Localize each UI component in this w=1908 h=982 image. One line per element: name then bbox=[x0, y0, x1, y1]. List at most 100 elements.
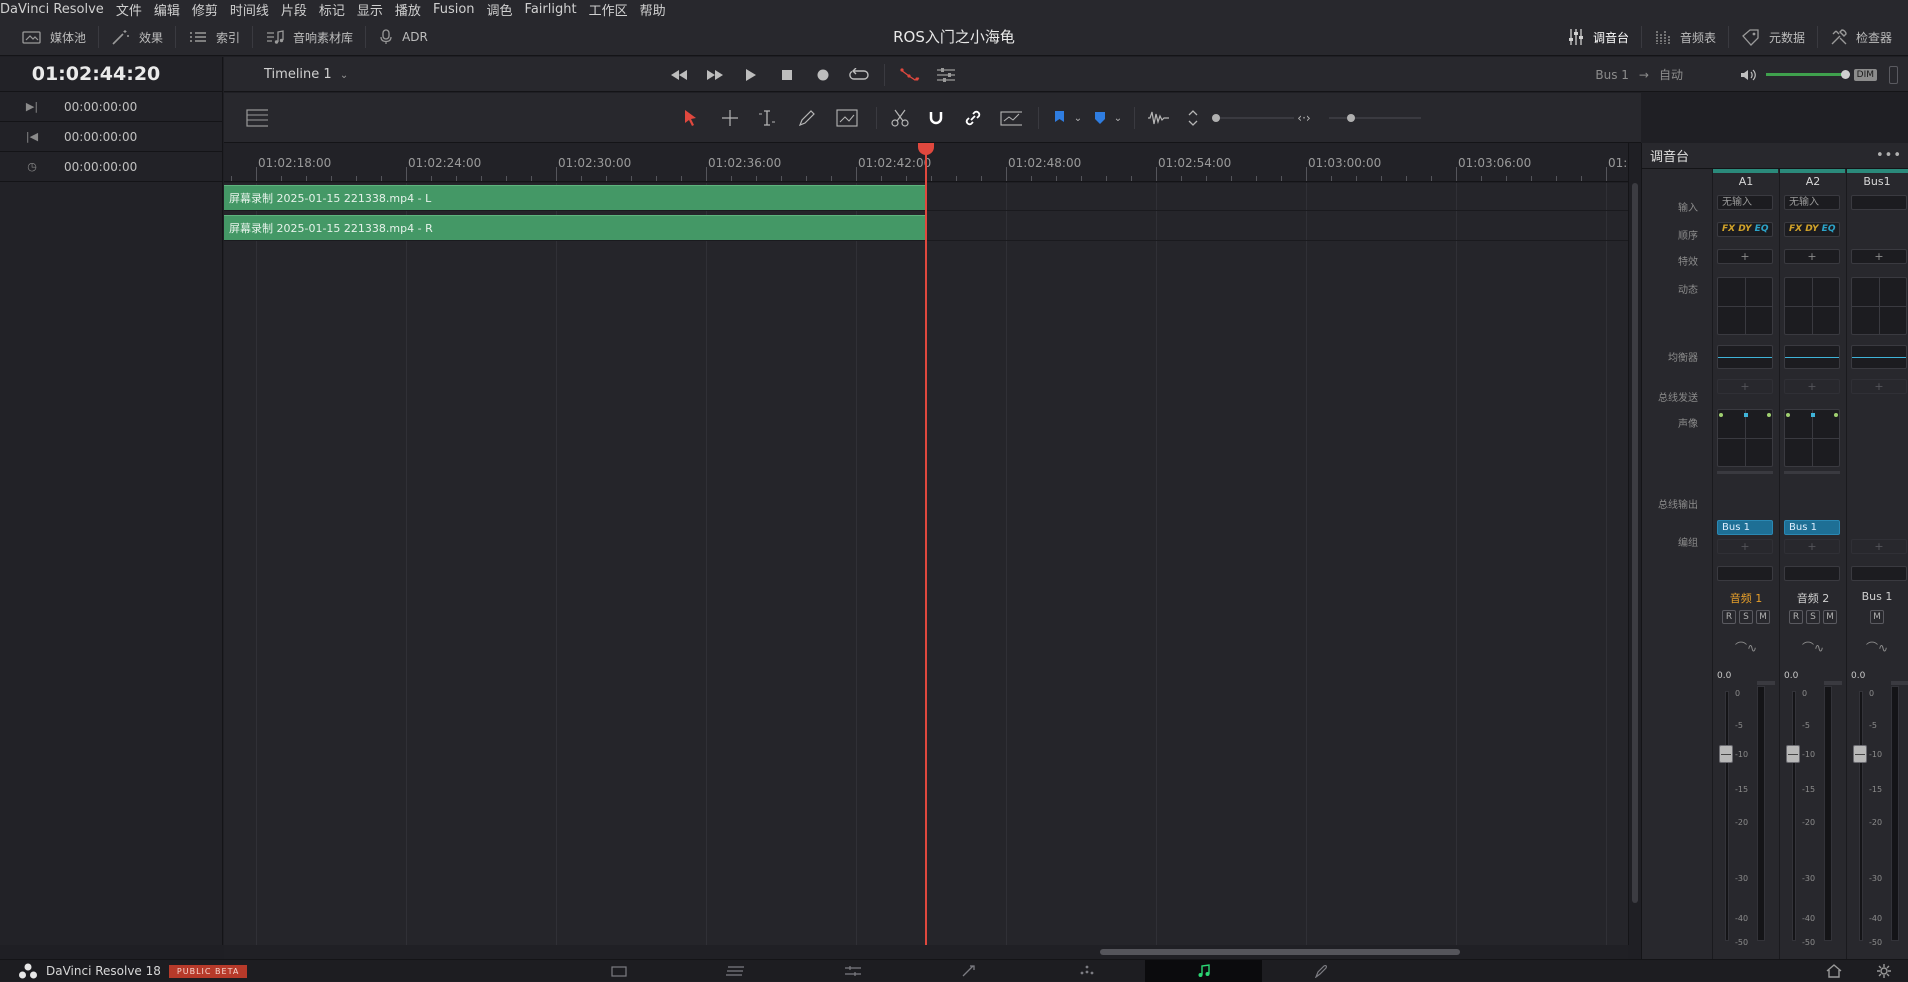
vertical-scrollbar-thumb[interactable] bbox=[1632, 183, 1638, 903]
page-fairlight[interactable] bbox=[1145, 960, 1262, 982]
media-pool-button[interactable]: 媒体池 bbox=[10, 18, 98, 56]
page-deliver[interactable] bbox=[1262, 960, 1379, 982]
fast-forward-button[interactable] bbox=[704, 66, 726, 84]
solo-button[interactable]: S bbox=[1806, 610, 1820, 624]
menu-app[interactable]: DaVinci Resolve bbox=[0, 2, 110, 17]
mono-toggle[interactable] bbox=[1889, 65, 1898, 84]
edit-selection-tool[interactable] bbox=[756, 107, 778, 129]
out-point-value[interactable]: 00:00:00:00 bbox=[64, 130, 137, 144]
eq-graph[interactable] bbox=[1851, 345, 1907, 369]
menu-help[interactable]: 帮助 bbox=[640, 0, 672, 19]
menu-file[interactable]: 文件 bbox=[116, 0, 148, 19]
stop-button[interactable] bbox=[776, 66, 798, 84]
dynamics-graph[interactable] bbox=[1851, 277, 1907, 335]
record-arm-button[interactable]: R bbox=[1789, 610, 1803, 624]
group-select[interactable] bbox=[1784, 566, 1840, 581]
selection-tool[interactable] bbox=[680, 107, 702, 129]
fader-handle[interactable] bbox=[1719, 745, 1733, 763]
pan-control[interactable] bbox=[1717, 409, 1773, 467]
transient-tool[interactable] bbox=[836, 107, 858, 129]
add-effect-button[interactable]: + bbox=[1784, 249, 1840, 264]
group-select[interactable] bbox=[1851, 566, 1907, 581]
effects-order[interactable]: FX DY EQ bbox=[1784, 222, 1840, 237]
playhead[interactable] bbox=[925, 143, 927, 945]
add-bus-send-button[interactable]: + bbox=[1784, 379, 1840, 394]
menu-clip[interactable]: 片段 bbox=[281, 0, 313, 19]
vertical-zoom-slider[interactable] bbox=[1212, 114, 1294, 122]
horizontal-zoom-slider[interactable] bbox=[1329, 114, 1421, 122]
sound-library-button[interactable]: 音响素材库 bbox=[253, 18, 365, 56]
page-color[interactable] bbox=[1028, 960, 1145, 982]
snapping-toggle[interactable] bbox=[925, 107, 947, 129]
marker-dropdown[interactable]: ⌄ bbox=[1107, 107, 1129, 129]
channel-name[interactable]: 音频 2 bbox=[1780, 590, 1846, 606]
menu-fusion[interactable]: Fusion bbox=[433, 2, 481, 17]
adr-button[interactable]: ADR bbox=[366, 18, 440, 56]
effects-order[interactable]: FX DY EQ bbox=[1717, 222, 1773, 237]
automation-mode-icon[interactable]: ⌒∿ bbox=[1780, 639, 1846, 656]
flag-dropdown[interactable]: ⌄ bbox=[1067, 107, 1089, 129]
add-bus-output-button[interactable]: + bbox=[1717, 539, 1773, 554]
bus-output-select[interactable]: Bus 1 bbox=[1784, 520, 1840, 535]
record-button[interactable] bbox=[812, 66, 834, 84]
razor-tool[interactable] bbox=[889, 107, 911, 129]
add-bus-send-button[interactable]: + bbox=[1717, 379, 1773, 394]
in-point-value[interactable]: 00:00:00:00 bbox=[64, 100, 137, 114]
audio-clip-left[interactable]: 屏幕录制 2025-01-15 221338.mp4 - L bbox=[224, 185, 925, 210]
menu-view[interactable]: 显示 bbox=[357, 0, 389, 19]
rewind-button[interactable] bbox=[668, 66, 690, 84]
automation-mode-icon[interactable]: ⌒∿ bbox=[1713, 639, 1779, 656]
track-height-button[interactable] bbox=[246, 107, 268, 129]
volume-slider[interactable] bbox=[1765, 70, 1850, 79]
vertical-zoom-slider-handle[interactable] bbox=[1212, 114, 1220, 122]
speaker-icon[interactable] bbox=[1740, 68, 1758, 82]
add-effect-button[interactable]: + bbox=[1851, 249, 1907, 264]
pan-control[interactable] bbox=[1784, 409, 1840, 467]
pencil-tool[interactable] bbox=[796, 107, 818, 129]
add-bus-output-button[interactable]: + bbox=[1784, 539, 1840, 554]
effects-button[interactable]: 效果 bbox=[99, 18, 175, 56]
bus-route-source[interactable]: Bus 1 bbox=[1595, 68, 1629, 82]
fader-handle[interactable] bbox=[1853, 745, 1867, 763]
menu-edit[interactable]: 编辑 bbox=[154, 0, 186, 19]
menu-timeline[interactable]: 时间线 bbox=[230, 0, 275, 19]
dynamics-graph[interactable] bbox=[1717, 277, 1773, 335]
bus-route-mode[interactable]: 自动 bbox=[1659, 66, 1683, 83]
input-select[interactable] bbox=[1851, 195, 1907, 210]
more-options-icon[interactable]: ••• bbox=[1876, 148, 1902, 163]
mute-button[interactable]: M bbox=[1870, 610, 1884, 624]
bus-output-select[interactable]: Bus 1 bbox=[1717, 520, 1773, 535]
channel-name[interactable]: Bus 1 bbox=[1847, 590, 1907, 603]
input-select[interactable]: 无输入 bbox=[1784, 195, 1840, 210]
mixer-button[interactable]: 调音台 bbox=[1555, 18, 1641, 56]
menu-mark[interactable]: 标记 bbox=[319, 0, 351, 19]
duration-value[interactable]: 00:00:00:00 bbox=[64, 160, 137, 174]
automation-settings-button[interactable] bbox=[935, 66, 957, 84]
add-bus-send-button[interactable]: + bbox=[1851, 379, 1907, 394]
menu-trim[interactable]: 修剪 bbox=[192, 0, 224, 19]
add-effect-button[interactable]: + bbox=[1717, 249, 1773, 264]
record-arm-button[interactable]: R bbox=[1722, 610, 1736, 624]
eq-graph[interactable] bbox=[1717, 345, 1773, 369]
play-button[interactable] bbox=[740, 66, 762, 84]
automation-button[interactable] bbox=[899, 66, 921, 84]
home-icon[interactable] bbox=[1826, 964, 1842, 978]
fader-track[interactable] bbox=[1792, 691, 1796, 941]
dim-button[interactable]: DIM bbox=[1853, 68, 1877, 81]
timeline-selector[interactable]: Timeline 1 ⌄ bbox=[264, 57, 348, 92]
dynamics-graph[interactable] bbox=[1784, 277, 1840, 335]
page-media[interactable] bbox=[560, 960, 677, 982]
mute-button[interactable]: M bbox=[1823, 610, 1837, 624]
mute-button[interactable]: M bbox=[1756, 610, 1770, 624]
horizontal-zoom-slider-handle[interactable] bbox=[1347, 114, 1355, 122]
channel-name[interactable]: 音频 1 bbox=[1713, 590, 1779, 606]
fader-track[interactable] bbox=[1859, 691, 1863, 941]
fader-handle[interactable] bbox=[1786, 745, 1800, 763]
audio-clip-right[interactable]: 屏幕录制 2025-01-15 221338.mp4 - R bbox=[224, 215, 925, 240]
index-button[interactable]: 索引 bbox=[176, 18, 252, 56]
auto-trim-toggle[interactable] bbox=[1000, 107, 1022, 129]
vertical-zoom-button[interactable] bbox=[1182, 107, 1204, 129]
page-edit[interactable] bbox=[794, 960, 911, 982]
solo-button[interactable]: S bbox=[1739, 610, 1753, 624]
input-select[interactable]: 无输入 bbox=[1717, 195, 1773, 210]
